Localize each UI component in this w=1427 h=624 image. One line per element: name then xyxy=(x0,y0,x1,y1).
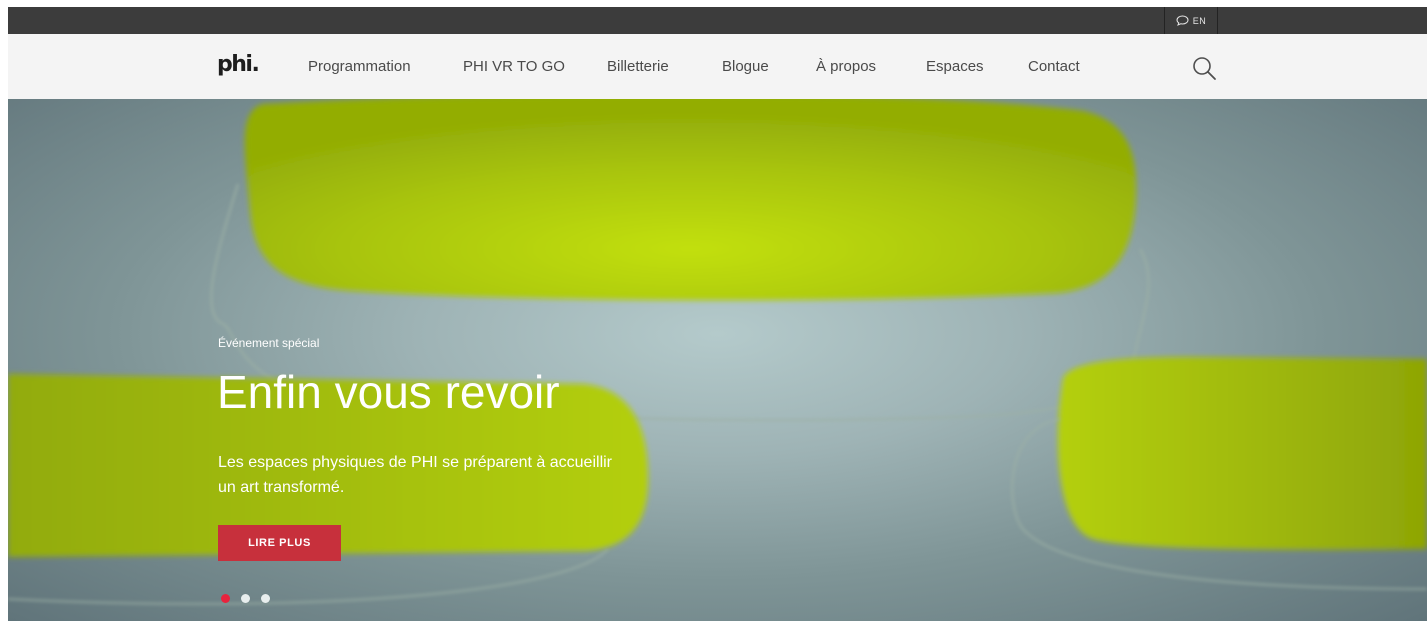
nav-item-billetterie[interactable]: Billetterie xyxy=(607,58,669,76)
hero-slider: Événement spécial Enfin vous revoir Les … xyxy=(8,99,1427,621)
speech-bubble-icon xyxy=(1176,15,1189,26)
nav-item-blogue[interactable]: Blogue xyxy=(722,58,769,76)
top-utility-bar: EN xyxy=(8,7,1427,34)
hero-category-label: Événement spécial xyxy=(218,336,320,350)
hero-title: Enfin vous revoir xyxy=(217,366,560,418)
nav-item-a-propos[interactable]: À propos xyxy=(816,58,876,76)
nav-item-phi-vr-to-go[interactable]: PHI VR TO GO xyxy=(463,58,565,76)
slider-pagination xyxy=(221,594,270,603)
nav-item-espaces[interactable]: Espaces xyxy=(926,58,984,76)
search-button[interactable] xyxy=(1191,55,1217,81)
phi-logo[interactable]: phi. xyxy=(217,53,260,77)
slider-dot-2[interactable] xyxy=(241,594,250,603)
language-label: EN xyxy=(1192,15,1207,26)
nav-item-contact[interactable]: Contact xyxy=(1028,58,1080,76)
slider-dot-1[interactable] xyxy=(221,594,230,603)
nav-item-programmation[interactable]: Programmation xyxy=(308,58,411,76)
screen-frame-left xyxy=(0,0,8,624)
language-switch[interactable]: EN xyxy=(1164,7,1218,34)
slider-dot-3[interactable] xyxy=(261,594,270,603)
search-icon xyxy=(1193,57,1216,80)
read-more-button[interactable]: LIRE PLUS xyxy=(218,525,341,561)
hero-description: Les espaces physiques de PHI se préparen… xyxy=(218,454,612,496)
main-navigation: phi. Programmation PHI VR TO GO Billette… xyxy=(8,34,1427,100)
